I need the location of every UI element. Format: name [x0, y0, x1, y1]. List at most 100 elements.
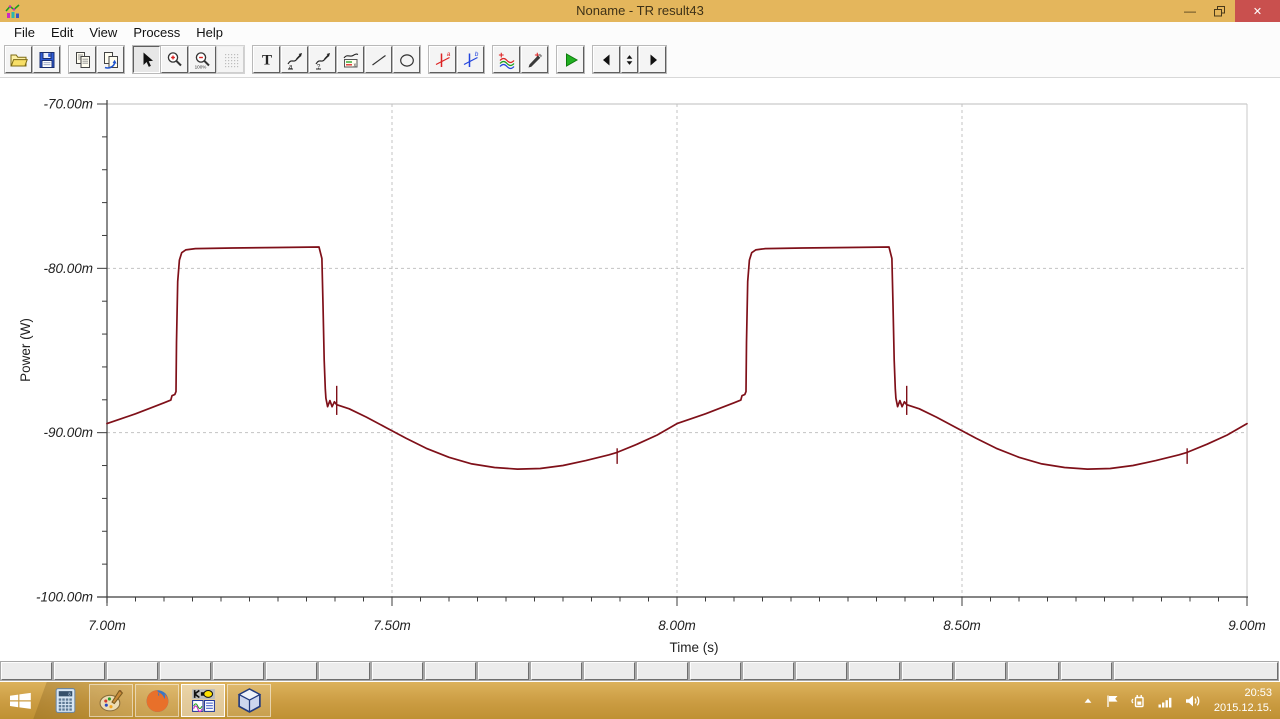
network-signal-icon[interactable] — [1156, 693, 1174, 709]
window-title: Noname - TR result43 — [576, 3, 704, 18]
zoom-out-100-icon: 100% — [194, 51, 210, 69]
taskbar-app-virtualbox[interactable] — [227, 684, 271, 717]
picker-icon: + — [528, 50, 542, 67]
add-curves-button[interactable]: + — [492, 45, 521, 74]
grid-icon — [224, 53, 238, 67]
hidden-icons-chevron-icon[interactable] — [1081, 694, 1095, 708]
menu-bar: File Edit View Process Help — [0, 22, 1280, 42]
select-button[interactable] — [132, 45, 161, 74]
page-tab[interactable] — [901, 661, 954, 681]
volume-icon[interactable] — [1183, 693, 1201, 709]
page-spinner-button[interactable] — [620, 45, 639, 74]
y-tick-label: -80.00m — [43, 261, 93, 276]
page-tab-row — [0, 661, 1280, 682]
page-tab[interactable] — [53, 661, 106, 681]
svg-text:a: a — [446, 51, 450, 58]
taskbar-app-firefox[interactable] — [135, 684, 179, 717]
line-button[interactable] — [364, 45, 393, 74]
copy-button[interactable] — [68, 45, 97, 74]
close-button[interactable]: ✕ — [1235, 0, 1280, 22]
cursor-a-icon: a — [435, 51, 450, 67]
zoom-in-icon — [167, 51, 182, 66]
cursor-b-button[interactable]: b — [456, 45, 485, 74]
menu-item-view[interactable]: View — [81, 23, 125, 42]
page-tab[interactable] — [1060, 661, 1113, 681]
taskbar-app-paint[interactable] — [89, 684, 133, 717]
window-titlebar: Noname - TR result43 — ✕ — [0, 0, 1280, 22]
page-tab[interactable] — [0, 661, 53, 681]
run-button[interactable] — [556, 45, 585, 74]
prev-page-button[interactable] — [592, 45, 621, 74]
page-tab[interactable] — [795, 661, 848, 681]
screen: { "window": { "title": "Noname - TR resu… — [0, 0, 1280, 719]
power-battery-icon[interactable] — [1129, 693, 1147, 709]
menu-item-process[interactable]: Process — [125, 23, 188, 42]
y-tick-label: -90.00m — [43, 425, 93, 440]
x-tick-label: 8.50m — [943, 618, 981, 633]
menu-item-edit[interactable]: Edit — [43, 23, 81, 42]
windows-logo-icon — [10, 692, 31, 709]
marker-help-button[interactable]: ? — [308, 45, 337, 74]
page-tab-wide[interactable] — [1113, 661, 1279, 681]
copy-special-button[interactable] — [96, 45, 125, 74]
select-icon — [143, 52, 153, 67]
restore-icon — [1214, 5, 1225, 16]
page-tab[interactable] — [106, 661, 159, 681]
taskbar-clock[interactable]: 20:53 2015.12.15. — [1214, 686, 1272, 716]
page-tab[interactable] — [424, 661, 477, 681]
page-tab[interactable] — [848, 661, 901, 681]
calculator-icon: 8 — [55, 688, 75, 713]
y-tick-label: -70.00m — [43, 97, 93, 112]
picker-button[interactable]: + — [520, 45, 549, 74]
plot-area[interactable]: 7.00m 7.50m 8.00m 8.50m 9.00m -70.00m -80.00m -… — [0, 78, 1280, 661]
taskbar-app-calculator[interactable]: 8 — [43, 684, 87, 717]
restore-button[interactable] — [1205, 0, 1235, 22]
cursor-b-icon: b — [463, 51, 478, 67]
copy-icon — [75, 51, 90, 68]
prev-page-icon — [602, 54, 609, 65]
menu-item-file[interactable]: File — [6, 23, 43, 42]
page-tab[interactable] — [477, 661, 530, 681]
page-tab[interactable] — [371, 661, 424, 681]
marker-a-icon: a — [286, 52, 302, 70]
menu-item-help[interactable]: Help — [188, 23, 231, 42]
marker-a-button[interactable]: a — [280, 45, 309, 74]
y-axis-title: Power (W) — [18, 318, 33, 382]
x-tick-label: 7.50m — [373, 618, 411, 633]
x-axis-title: Time (s) — [670, 640, 719, 655]
minimize-button[interactable]: — — [1175, 0, 1205, 22]
page-tab[interactable] — [212, 661, 265, 681]
tina-icon — [191, 689, 215, 713]
legend-button[interactable]: x — [336, 45, 365, 74]
cursor-a-button[interactable]: a — [428, 45, 457, 74]
zoom-in-button[interactable] — [160, 45, 189, 74]
page-tab[interactable] — [689, 661, 742, 681]
ellipse-button[interactable] — [392, 45, 421, 74]
page-tab[interactable] — [159, 661, 212, 681]
next-page-button[interactable] — [638, 45, 667, 74]
page-tab[interactable] — [636, 661, 689, 681]
next-page-icon — [650, 54, 657, 65]
zoom-out-100-button[interactable]: 100% — [188, 45, 217, 74]
taskbar: 8 20:53 2015.12.15. — [0, 682, 1280, 719]
page-tab[interactable] — [530, 661, 583, 681]
action-center-flag-icon[interactable] — [1104, 693, 1120, 709]
save-button[interactable] — [32, 45, 61, 74]
marker-help-icon: ? — [314, 52, 330, 70]
svg-text:T: T — [261, 52, 271, 68]
taskbar-app-tina[interactable] — [181, 684, 225, 717]
page-tab[interactable] — [954, 661, 1007, 681]
page-tab[interactable] — [742, 661, 795, 681]
clock-time: 20:53 — [1244, 686, 1272, 699]
page-tab[interactable] — [1007, 661, 1060, 681]
open-button[interactable] — [4, 45, 33, 74]
page-tab[interactable] — [265, 661, 318, 681]
paint-icon — [99, 689, 123, 712]
page-tab[interactable] — [318, 661, 371, 681]
text-button[interactable]: T — [252, 45, 281, 74]
page-tab[interactable] — [583, 661, 636, 681]
start-button[interactable] — [0, 682, 42, 719]
run-icon — [565, 52, 578, 67]
text-icon: T — [261, 52, 271, 68]
line-icon — [371, 54, 386, 65]
